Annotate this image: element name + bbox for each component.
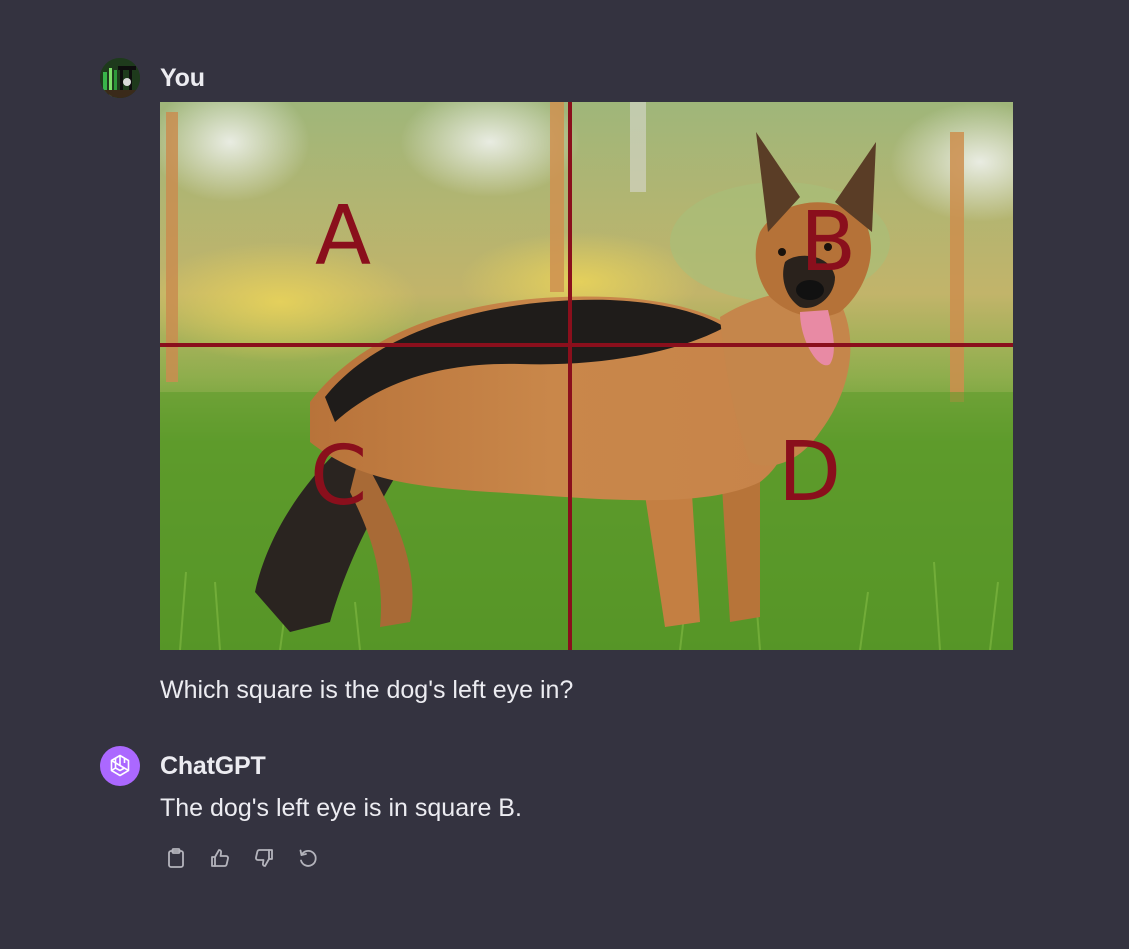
photo-of-dog-with-grid: A B C D <box>160 102 1013 650</box>
copy-button[interactable] <box>160 842 192 874</box>
uploaded-image[interactable]: A B C D <box>160 102 1013 650</box>
user-avatar <box>100 58 140 98</box>
regenerate-icon <box>299 849 317 867</box>
quadrant-label-c: C <box>310 429 367 524</box>
user-author-name: You <box>160 64 205 92</box>
thumbs-up-icon <box>211 849 229 867</box>
assistant-author-name: ChatGPT <box>160 752 266 780</box>
chat-page: You A B C D Which square is the dog's le… <box>0 0 1129 949</box>
thumbs-down-icon <box>255 849 273 867</box>
thumbs-up-button[interactable] <box>204 842 236 874</box>
user-avatar-image <box>100 58 140 98</box>
quadrant-label-a: A <box>315 189 371 284</box>
quadrant-label-d: D <box>778 425 841 520</box>
thumbs-down-button[interactable] <box>248 842 280 874</box>
quadrant-label-b: B <box>800 195 856 290</box>
clipboard-icon <box>168 848 184 868</box>
chatgpt-avatar <box>100 746 140 786</box>
regenerate-button[interactable] <box>292 842 324 874</box>
user-message-text: Which square is the dog's left eye in? <box>160 676 574 704</box>
assistant-message-text: The dog's left eye is in square B. <box>160 794 522 822</box>
chatgpt-logo-icon <box>110 754 130 777</box>
message-actions <box>160 842 324 874</box>
